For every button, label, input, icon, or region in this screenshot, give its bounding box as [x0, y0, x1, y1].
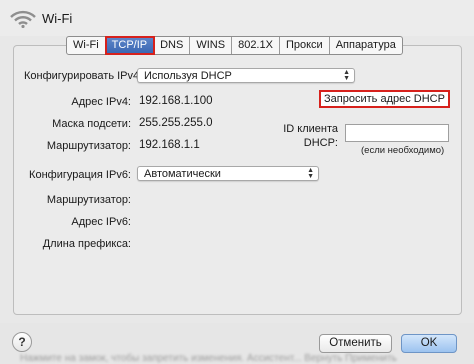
configure-ipv6-value: Автоматически: [144, 168, 221, 180]
tab-wifi[interactable]: Wi-Fi: [67, 37, 106, 54]
tab-8021x[interactable]: 802.1X: [232, 37, 280, 54]
tab-bar: Wi-Fi TCP/IP DNS WINS 802.1X Прокси Аппа…: [66, 36, 403, 55]
configure-ipv4-select[interactable]: Используя DHCP ▲ ▼: [137, 68, 355, 83]
select-arrows-icon: ▲ ▼: [307, 167, 314, 180]
ipv6-router-label: Маршрутизатор:: [46, 194, 131, 206]
help-button[interactable]: ?: [12, 332, 32, 352]
dhcp-client-id-label-line2: DHCP:: [303, 137, 338, 149]
window-title: Wi-Fi: [42, 11, 73, 26]
window-header: Wi-Fi: [0, 0, 474, 36]
configure-ipv4-label: Конфигурировать IPv4:: [24, 70, 143, 82]
ok-button[interactable]: OK: [401, 334, 457, 353]
wifi-icon: [10, 10, 36, 28]
dhcp-client-id-label: ID клиента DHCP:: [283, 122, 338, 150]
configure-ipv4-value: Используя DHCP: [144, 70, 232, 82]
dhcp-client-id-input[interactable]: [345, 124, 449, 142]
ipv6-address-label: Адрес IPv6:: [71, 216, 131, 228]
select-arrows-icon: ▲ ▼: [343, 69, 350, 82]
ipv4-router-label: Маршрутизатор:: [46, 140, 131, 152]
dhcp-client-id-hint: (если необходимо): [361, 145, 445, 156]
tab-hardware[interactable]: Аппаратура: [330, 37, 402, 54]
tab-proxy[interactable]: Прокси: [280, 37, 330, 54]
configure-ipv6-label: Конфигурация IPv6:: [29, 169, 131, 181]
configure-ipv6-select[interactable]: Автоматически ▲ ▼: [137, 166, 319, 181]
tab-wins[interactable]: WINS: [190, 37, 233, 54]
renew-dhcp-button[interactable]: Запросить адрес DHCP: [319, 90, 450, 108]
ipv4-address-value: 192.168.1.100: [139, 95, 213, 107]
question-mark-icon: ?: [18, 335, 26, 349]
cancel-button[interactable]: Отменить: [319, 334, 392, 353]
subnet-mask-label: Маска подсети:: [52, 118, 131, 130]
dhcp-client-id-label-line1: ID клиента: [283, 123, 338, 135]
blurred-status-text: Нажмите на замок, чтобы запретить измене…: [20, 353, 397, 364]
ipv4-router-value: 192.168.1.1: [139, 139, 200, 151]
ipv4-address-label: Адрес IPv4:: [71, 96, 131, 108]
ipv6-prefix-length-label: Длина префикса:: [42, 238, 131, 250]
subnet-mask-value: 255.255.255.0: [139, 117, 213, 129]
tab-dns[interactable]: DNS: [154, 37, 191, 54]
tab-tcpip[interactable]: TCP/IP: [104, 36, 156, 55]
